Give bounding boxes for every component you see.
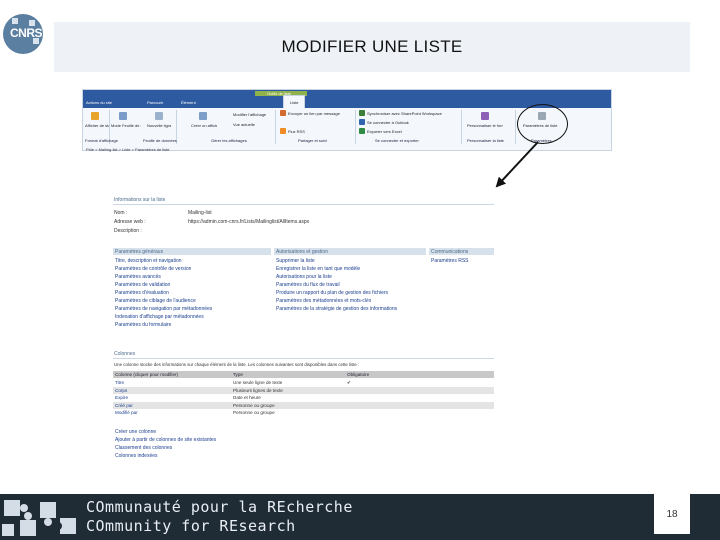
table-row: Expire Date et heure: [113, 394, 494, 401]
permissions-link-4[interactable]: Paramètres du flux de travail: [276, 282, 340, 288]
table-row: Titre Une seule ligne de texte ✔: [113, 379, 494, 386]
communications-link-1[interactable]: Paramètres RSS: [431, 258, 469, 264]
cell-required: ✔: [347, 380, 351, 385]
column-action-link-2[interactable]: Ajouter à partir de colonnes de site exi…: [115, 437, 216, 443]
sync-icon: [359, 110, 365, 116]
group-share-track: Partager et suivi: [298, 138, 327, 143]
new-row-icon: [155, 112, 163, 120]
create-view-icon: [199, 112, 207, 120]
address-value: https://admin.com-cnrs.fr/Lists/Mailingl…: [188, 219, 310, 225]
new-row-button[interactable]: Nouvelle ligne: [147, 123, 171, 128]
tab-item[interactable]: Élément: [181, 100, 203, 105]
site-actions-menu[interactable]: Actions du site: [86, 100, 126, 105]
breadcrumb-bar: Pôle > Mailing-list > Liste > Paramètres…: [82, 145, 612, 153]
columns-title: Colonnes: [114, 351, 136, 357]
tab-list[interactable]: Liste: [283, 95, 305, 108]
column-action-link-3[interactable]: Classement des colonnes: [115, 445, 172, 451]
slide-title: MODIFIER UNE LISTE: [281, 37, 463, 56]
excel-icon: [359, 128, 365, 134]
permissions-header: Autorisations et gestion: [276, 249, 328, 255]
puzzle-graphic: [0, 494, 82, 540]
tab-browse[interactable]: Parcourir: [147, 100, 177, 105]
general-settings-link-9[interactable]: Paramètres du formulaire: [115, 322, 171, 328]
general-settings-link-2[interactable]: Paramètres de contrôle de version: [115, 266, 191, 272]
cell-column[interactable]: Expire: [115, 395, 128, 400]
header-type: Type: [233, 372, 243, 377]
table-row: Modifié par Personne ou groupe: [113, 409, 494, 416]
outlook-icon: [359, 119, 365, 125]
description-label: Description :: [114, 228, 142, 234]
email-link-icon: [280, 110, 286, 116]
customize-form-icon: [481, 112, 489, 120]
slide: CNRS MODIFIER UNE LISTE Outils de liste …: [0, 0, 720, 540]
footer-banner: COmmunauté pour la REcherche COmmunity f…: [0, 494, 720, 540]
cell-type: Une seule ligne de texte: [233, 380, 283, 385]
footer-line-french: COmmunauté pour la REcherche: [86, 498, 353, 516]
section-list-info: Informations sur la liste: [114, 197, 166, 203]
cell-type: Personne ou groupe: [233, 402, 275, 408]
general-settings-link-3[interactable]: Paramètres avancés: [115, 274, 161, 280]
group-customize-list: Personnaliser la liste: [467, 138, 504, 143]
cell-column[interactable]: Modifié par: [115, 410, 138, 415]
general-settings-link-4[interactable]: Paramètres de validation: [115, 282, 170, 288]
export-excel-button[interactable]: Exporter vers Excel: [367, 129, 437, 134]
general-settings-link-1[interactable]: Titre, description et navigation: [115, 258, 182, 264]
list-settings-highlight: [517, 104, 568, 144]
email-link-button[interactable]: Envoyer un lien par message: [288, 111, 358, 116]
breadcrumb[interactable]: Pôle > Mailing-list > Liste > Paramètres…: [86, 147, 169, 152]
permissions-link-5[interactable]: Produire un rapport du plan de gestion d…: [276, 290, 388, 296]
create-view-button[interactable]: Créer un affichage: [191, 123, 217, 128]
cell-type: Plusieurs lignes de texte: [233, 387, 283, 393]
cell-column[interactable]: Corps: [115, 388, 127, 393]
sync-workspace-button[interactable]: Synchroniser avec SharePoint Workspace: [367, 111, 455, 116]
list-settings-page: Informations sur la liste Nom : Mailing-…: [110, 193, 495, 468]
general-settings-header: Paramètres généraux: [115, 249, 164, 255]
permissions-link-2[interactable]: Enregistrer la liste en tant que modèle: [276, 266, 360, 272]
column-action-link-4[interactable]: Colonnes indexées: [115, 453, 158, 459]
permissions-link-1[interactable]: Supprimer la liste: [276, 258, 315, 264]
cell-type: Date et heure: [233, 395, 261, 400]
name-value: Mailing-list: [188, 210, 212, 216]
datasheet-button[interactable]: Mode Feuille de données: [111, 123, 141, 128]
current-view-select[interactable]: Vue actuelle: [233, 122, 281, 127]
group-manage-views: Gérer les affichages: [211, 138, 247, 143]
rss-feed-button[interactable]: Flux RSS: [288, 129, 328, 134]
address-label: Adresse web :: [114, 219, 146, 225]
permissions-link-3[interactable]: Autorisations pour la liste: [276, 274, 332, 280]
header-column[interactable]: Colonne (cliquer pour modifier): [115, 372, 178, 377]
cell-column[interactable]: Titre: [115, 380, 124, 385]
header-required: Obligatoire: [347, 372, 370, 377]
general-settings-link-7[interactable]: Paramètres de navigation par métadonnées: [115, 306, 212, 312]
column-action-link-1[interactable]: Créer une colonne: [115, 429, 156, 435]
name-label: Nom :: [114, 210, 128, 216]
customize-form-button[interactable]: Personnaliser le formulaire: [467, 123, 503, 128]
slide-title-bar: MODIFIER UNE LISTE: [54, 22, 690, 72]
cnrs-logo: CNRS: [3, 14, 43, 54]
connect-outlook-button[interactable]: Se connecter à Outlook: [367, 120, 437, 125]
group-connect-export: Se connecter et exporter: [375, 138, 419, 143]
group-view-format: Format d'affichage: [85, 138, 118, 143]
cell-type: Personne ou groupe: [233, 410, 275, 415]
cell-column[interactable]: Créé par: [115, 403, 133, 408]
communications-header: Communications: [431, 249, 469, 255]
columns-description: Une colonne stocke des informations sur …: [114, 362, 360, 367]
modify-view-button[interactable]: Modifier l'affichage: [233, 112, 281, 117]
general-settings-link-5[interactable]: Paramètres d'évaluation: [115, 290, 169, 296]
permissions-link-7[interactable]: Paramètres de la stratégie de gestion de…: [276, 306, 397, 312]
slide-number: 18: [654, 494, 690, 534]
datasheet-icon: [119, 112, 127, 120]
table-row: Corps Plusieurs lignes de texte: [113, 386, 494, 394]
footer-line-english: COmmunity for REsearch: [86, 517, 296, 535]
table-row: Créé par Personne ou groupe: [113, 401, 494, 409]
group-datasheet: Feuille de données: [143, 138, 177, 143]
columns-table-header: Colonne (cliquer pour modifier) Type Obl…: [113, 371, 494, 378]
general-settings-link-8[interactable]: Indexation d'affichage par métadonnées: [115, 314, 204, 320]
general-settings-link-6[interactable]: Paramètres de ciblage de l'audience: [115, 298, 196, 304]
standard-view-button[interactable]: Afficher de standard: [85, 123, 109, 128]
permissions-link-6[interactable]: Paramètres des métadonnées et mots-clés: [276, 298, 371, 304]
rss-icon: [280, 128, 286, 134]
standard-view-icon: [91, 112, 99, 120]
